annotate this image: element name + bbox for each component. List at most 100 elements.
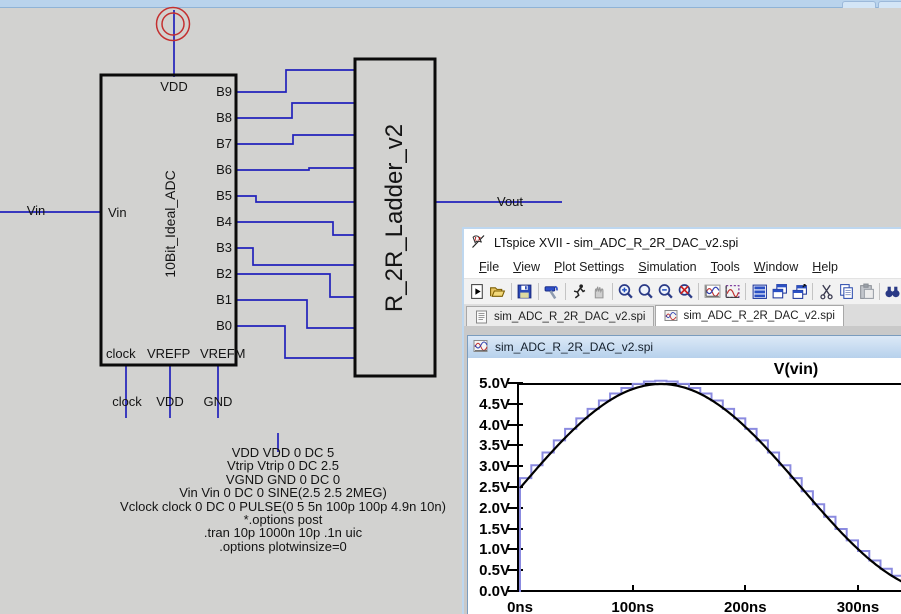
tb-control-panel-button[interactable]	[542, 281, 562, 302]
tb-open-button[interactable]	[488, 281, 508, 302]
adc-pin-vin-label: Vin	[108, 205, 127, 220]
menu-bar: FileViewPlot SettingsSimulationToolsWind…	[464, 256, 901, 278]
trace-vin-sine[interactable]	[520, 384, 901, 583]
menu-file[interactable]: File	[472, 258, 506, 276]
tile-horizontal-icon	[751, 283, 768, 300]
tb-autorange-button[interactable]	[722, 281, 742, 302]
cut-icon	[818, 283, 835, 300]
tab-label: sim_ADC_R_2R_DAC_v2.spi	[494, 311, 645, 323]
tb-run-button[interactable]	[468, 281, 488, 302]
toolbar-separator	[538, 283, 539, 300]
schematic-wire[interactable]	[236, 326, 355, 358]
menu-plot-settings[interactable]: Plot Settings	[547, 258, 631, 276]
adc-symbol-name: 10Bit_Ideal_ADC	[162, 170, 178, 277]
tb-tile-horizontal-button[interactable]	[749, 281, 769, 302]
tb-copy-button[interactable]	[836, 281, 856, 302]
pan-icon	[590, 283, 607, 300]
schematic-wire[interactable]	[236, 300, 355, 328]
adc-pin-b3-label: B3	[196, 240, 232, 255]
spice-line[interactable]: *.options post	[111, 513, 455, 526]
spice-line[interactable]: VGND GND 0 DC 0	[111, 473, 455, 486]
mdi-client-area: sim_ADC_R_2R_DAC_v2.spi V(vin) 5.0V4.5V4…	[464, 326, 901, 614]
adc-pin-b0-label: B0	[196, 318, 232, 333]
tb-cascade-button[interactable]	[769, 281, 789, 302]
ladder-symbol-name: R_2R_Ladder_v2	[381, 124, 409, 312]
zoom-area-icon	[637, 283, 654, 300]
tb-zoom-full-button[interactable]	[675, 281, 695, 302]
tab-label: sim_ADC_R_2R_DAC_v2.spi	[683, 310, 834, 322]
adc-pin-b2-label: B2	[196, 266, 232, 281]
toolbar-separator	[698, 283, 699, 300]
document-tab-bar: sim_ADC_R_2R_DAC_v2.spi sim_ADC_R_2R_DAC_…	[464, 305, 901, 326]
adc-pin-vrefm-label: VREFM	[200, 346, 246, 361]
y-tick-label: 5.0V	[464, 375, 510, 392]
spice-line[interactable]: Vclock clock 0 DC 0 PULSE(0 5 5n 100p 10…	[111, 500, 455, 513]
copy-icon	[838, 283, 855, 300]
schematic-wire[interactable]	[236, 222, 355, 235]
tb-pan-button[interactable]	[589, 281, 609, 302]
tb-paste-button[interactable]	[856, 281, 876, 302]
find-icon	[884, 283, 901, 300]
x-tick-label: 200ns	[715, 599, 775, 614]
screenshot-root: VDD Vin 10Bit_Ideal_ADC B9B8B7B6B5B4B3B2…	[0, 0, 901, 614]
adc-pin-vdd-label: VDD	[154, 79, 194, 94]
zoom-out-icon	[657, 283, 674, 300]
menu-help[interactable]: Help	[805, 258, 845, 276]
tb-save-button[interactable]	[515, 281, 535, 302]
toolbar-separator	[511, 283, 512, 300]
tb-find-button[interactable]	[883, 281, 901, 302]
trace-dac-staircase[interactable]	[520, 381, 901, 592]
tb-zoom-out-button[interactable]	[656, 281, 676, 302]
autorange-icon	[724, 283, 741, 300]
window-titlebar[interactable]: LT LTspice XVII - sim_ADC_R_2R_DAC_v2.sp…	[464, 229, 901, 256]
x-tick-label: 0ns	[490, 599, 550, 614]
spice-line[interactable]: Vtrip Vtrip 0 DC 2.5	[111, 459, 455, 472]
tb-waveform-button[interactable]	[702, 281, 722, 302]
ltspice-window: LT LTspice XVII - sim_ADC_R_2R_DAC_v2.sp…	[462, 227, 901, 614]
tb-halt-button[interactable]	[569, 281, 589, 302]
adc-pin-b8-label: B8	[196, 110, 232, 125]
spice-line[interactable]: VDD VDD 0 DC 5	[111, 446, 455, 459]
schematic-wire[interactable]	[236, 196, 355, 202]
schematic-wire[interactable]	[236, 274, 355, 297]
spice-directives[interactable]: VDD VDD 0 DC 5Vtrip Vtrip 0 DC 2.5VGND G…	[111, 446, 455, 553]
toolbar-separator	[879, 283, 880, 300]
traces-svg[interactable]	[518, 382, 901, 598]
trace-label[interactable]: V(vin)	[751, 361, 841, 379]
document-tab-2-active[interactable]: sim_ADC_R_2R_DAC_v2.spi	[655, 305, 843, 326]
tb-zoom-area-button[interactable]	[636, 281, 656, 302]
open-icon	[489, 283, 506, 300]
tb-zoom-in-button[interactable]	[616, 281, 636, 302]
tb-cascade-restore-button[interactable]	[789, 281, 809, 302]
document-tab-1[interactable]: sim_ADC_R_2R_DAC_v2.spi	[466, 306, 654, 326]
spice-line[interactable]: .tran 10p 1000n 10p .1n uic	[111, 526, 455, 539]
y-tick-label: 1.5V	[464, 521, 510, 538]
y-tick-label: 3.0V	[464, 458, 510, 475]
menu-window[interactable]: Window	[747, 258, 805, 276]
adc-pin-b7-label: B7	[196, 136, 232, 151]
schematic-wire[interactable]	[236, 168, 355, 170]
x-tick-label: 100ns	[603, 599, 663, 614]
waveform-window-title: sim_ADC_R_2R_DAC_v2.spi	[495, 340, 653, 354]
schematic-wire[interactable]	[236, 248, 355, 265]
control-panel-icon	[543, 283, 560, 300]
net-label-gnd: GND	[195, 394, 241, 409]
menu-tools[interactable]: Tools	[704, 258, 747, 276]
adc-pin-clock-label: clock	[106, 346, 136, 361]
schematic-wire[interactable]	[236, 135, 355, 144]
schematic-wire[interactable]	[236, 103, 355, 118]
run-icon	[469, 283, 486, 300]
spice-line[interactable]: .options plotwinsize=0	[111, 540, 455, 553]
net-label-vdd: VDD	[147, 394, 193, 409]
net-label-vout: Vout	[485, 194, 535, 209]
net-label-clock: clock	[104, 394, 150, 409]
waveform-window-titlebar[interactable]: sim_ADC_R_2R_DAC_v2.spi	[468, 336, 901, 358]
tb-cut-button[interactable]	[816, 281, 836, 302]
schematic-wire[interactable]	[236, 70, 355, 92]
spice-line[interactable]: Vin Vin 0 DC 0 SINE(2.5 2.5 2MEG)	[111, 486, 455, 499]
menu-view[interactable]: View	[506, 258, 547, 276]
waveform-plot-area[interactable]: V(vin) 5.0V4.5V4.0V3.5V3.0V2.5V2.0V1.5V1…	[468, 358, 901, 614]
menu-simulation[interactable]: Simulation	[631, 258, 703, 276]
adc-pin-b6-label: B6	[196, 162, 232, 177]
x-tick-label: 300ns	[828, 599, 888, 614]
